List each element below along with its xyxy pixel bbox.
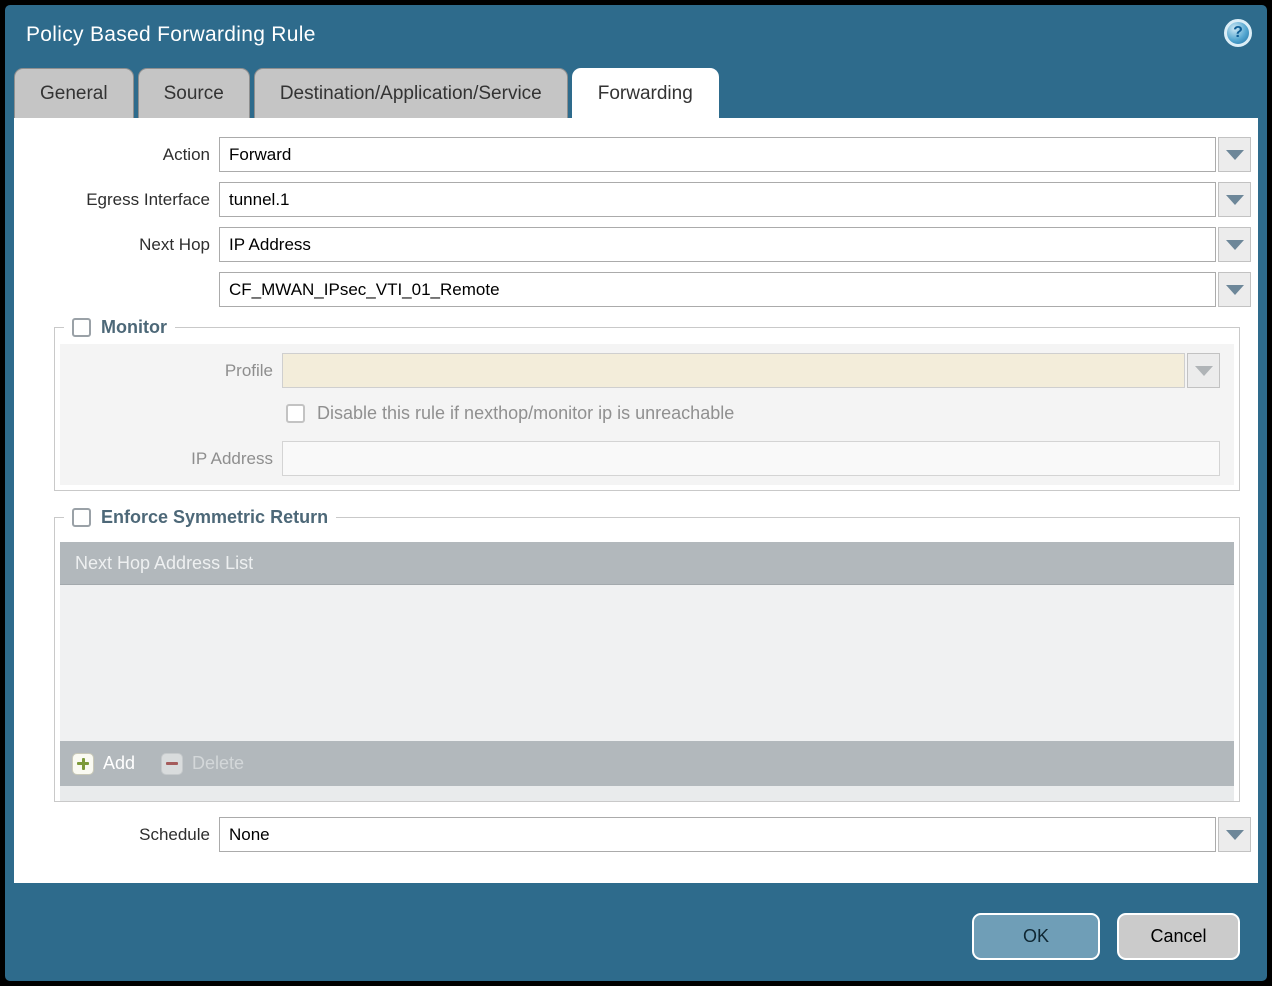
tab-bar: General Source Destination/Application/S…	[14, 68, 719, 119]
disable-rule-label: Disable this rule if nexthop/monitor ip …	[317, 403, 734, 424]
next-hop-type-dropdown-button[interactable]	[1218, 227, 1251, 262]
next-hop-address-list-body	[60, 585, 1234, 741]
action-dropdown-button[interactable]	[1218, 137, 1251, 172]
chevron-down-icon	[1226, 150, 1244, 160]
action-input[interactable]	[219, 137, 1216, 172]
enforce-symmetric-return-legend: Enforce Symmetric Return	[64, 507, 336, 528]
chevron-down-icon	[1226, 240, 1244, 250]
schedule-input[interactable]	[219, 817, 1216, 852]
profile-row: Profile	[60, 353, 1220, 388]
disable-rule-checkbox[interactable]	[286, 404, 305, 423]
schedule-row: Schedule	[23, 817, 1251, 852]
tab-general[interactable]: General	[14, 68, 134, 119]
tab-label: Destination/Application/Service	[280, 83, 542, 105]
next-hop-row: Next Hop	[23, 227, 1251, 262]
dialog-title: Policy Based Forwarding Rule	[26, 23, 316, 47]
schedule-label: Schedule	[23, 825, 219, 845]
tab-forwarding[interactable]: Forwarding	[572, 68, 719, 119]
monitor-ip-address-label: IP Address	[60, 449, 282, 469]
egress-interface-input[interactable]	[219, 182, 1216, 217]
next-hop-type-input[interactable]	[219, 227, 1216, 262]
cancel-button[interactable]: Cancel	[1117, 913, 1240, 960]
question-mark-glyph: ?	[1233, 24, 1243, 42]
enforce-symmetric-return-title: Enforce Symmetric Return	[101, 507, 328, 528]
enforce-symmetric-return-checkbox[interactable]	[72, 508, 91, 527]
next-hop-address-list-table: Next Hop Address List Add Delete	[60, 542, 1234, 801]
chevron-down-icon	[1226, 195, 1244, 205]
profile-dropdown-button[interactable]	[1187, 353, 1220, 388]
action-row: Action	[23, 137, 1251, 172]
profile-label: Profile	[60, 361, 282, 381]
help-icon[interactable]: ?	[1224, 19, 1252, 47]
monitor-checkbox[interactable]	[72, 318, 91, 337]
next-hop-address-list-header: Next Hop Address List	[60, 542, 1234, 585]
profile-input[interactable]	[282, 353, 1185, 388]
egress-interface-dropdown-button[interactable]	[1218, 182, 1251, 217]
policy-based-forwarding-rule-dialog: Policy Based Forwarding Rule ? General S…	[0, 0, 1272, 986]
ok-button-label: OK	[1023, 926, 1049, 947]
tab-source[interactable]: Source	[138, 68, 250, 119]
next-hop-label: Next Hop	[23, 235, 219, 255]
dialog-action-buttons: OK Cancel	[972, 913, 1240, 960]
table-scrollbar-track	[60, 786, 1234, 801]
forwarding-tab-panel: Action Egress Interface Next Hop	[14, 118, 1258, 883]
next-hop-address-list-toolbar: Add Delete	[60, 741, 1234, 786]
delete-button[interactable]: Delete	[161, 753, 244, 775]
chevron-down-icon	[1226, 285, 1244, 295]
column-header-label: Next Hop Address List	[75, 553, 253, 574]
tab-label: General	[40, 83, 108, 105]
monitor-section-title: Monitor	[101, 317, 167, 338]
monitor-section: Monitor Profile Disable this rule if nex…	[54, 317, 1240, 491]
next-hop-address-dropdown-button[interactable]	[1218, 272, 1251, 307]
schedule-dropdown-button[interactable]	[1218, 817, 1251, 852]
add-button-label: Add	[103, 753, 135, 774]
monitor-ip-address-input[interactable]	[282, 441, 1220, 476]
monitor-legend: Monitor	[64, 317, 175, 338]
next-hop-address-row	[23, 272, 1251, 307]
add-icon	[72, 753, 94, 775]
chevron-down-icon	[1226, 830, 1244, 840]
egress-interface-label: Egress Interface	[23, 190, 219, 210]
tab-label: Forwarding	[598, 83, 693, 105]
chevron-down-icon	[1195, 366, 1213, 376]
next-hop-address-input[interactable]	[219, 272, 1216, 307]
action-label: Action	[23, 145, 219, 165]
delete-icon	[161, 753, 183, 775]
cancel-button-label: Cancel	[1150, 926, 1206, 947]
ok-button[interactable]: OK	[972, 913, 1100, 960]
egress-interface-row: Egress Interface	[23, 182, 1251, 217]
tab-destination-application-service[interactable]: Destination/Application/Service	[254, 68, 568, 119]
tab-label: Source	[164, 83, 224, 105]
add-button[interactable]: Add	[72, 753, 135, 775]
monitor-panel: Profile Disable this rule if nexthop/mon…	[60, 344, 1234, 485]
disable-rule-row: Disable this rule if nexthop/monitor ip …	[286, 403, 1220, 424]
delete-button-label: Delete	[192, 753, 244, 774]
monitor-ip-address-row: IP Address	[60, 441, 1220, 476]
enforce-symmetric-return-section: Enforce Symmetric Return Next Hop Addres…	[54, 507, 1240, 802]
